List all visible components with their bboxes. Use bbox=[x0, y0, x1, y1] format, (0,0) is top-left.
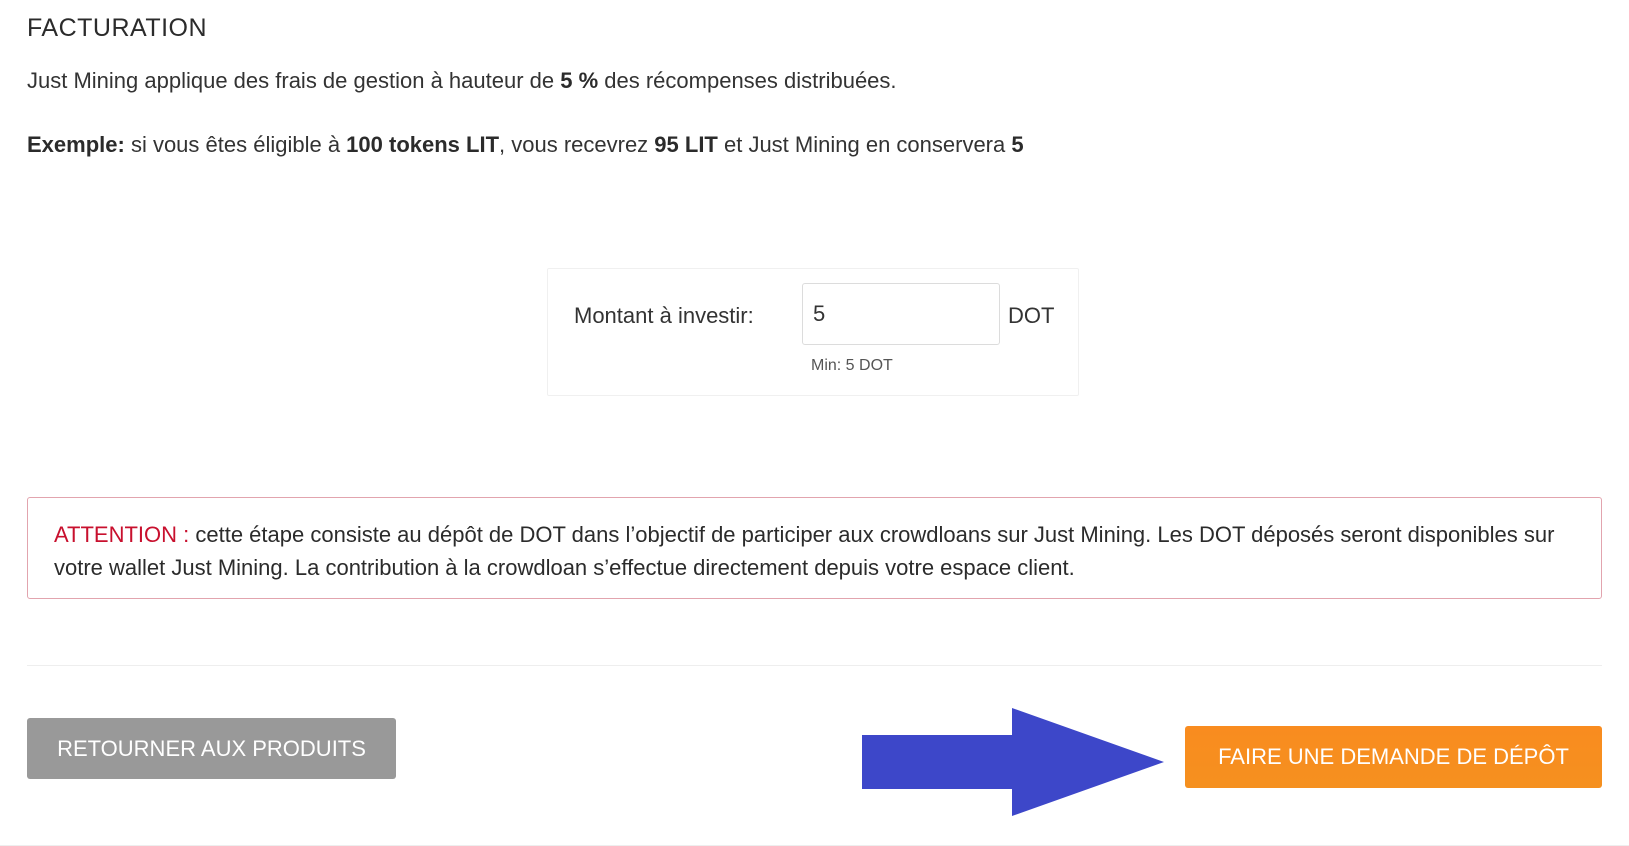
example-text-3: et Just Mining en conservera bbox=[717, 132, 1012, 157]
example-eligible: 100 tokens LIT bbox=[346, 132, 500, 157]
invest-amount-panel: Montant à investir: DOT Min: 5 DOT bbox=[547, 268, 1079, 396]
invest-min-hint: Min: 5 DOT bbox=[811, 357, 893, 374]
deposit-request-button[interactable]: FAIRE UNE DEMANDE DE DÉPÔT bbox=[1185, 726, 1602, 788]
example-text-2: , vous recevrez bbox=[499, 132, 655, 157]
invest-amount-input[interactable] bbox=[802, 283, 1000, 345]
fee-example: Exemple: si vous êtes éligible à 100 tok… bbox=[27, 132, 1024, 158]
back-to-products-button[interactable]: RETOURNER AUX PRODUITS bbox=[27, 718, 396, 779]
alert-label: ATTENTION : bbox=[54, 522, 190, 547]
alert-message: cette étape consiste au dépôt de DOT dan… bbox=[54, 522, 1555, 580]
example-received: 95 LIT bbox=[654, 132, 718, 157]
fee-value: 5 % bbox=[560, 68, 599, 93]
example-text-1: si vous êtes éligible à bbox=[124, 132, 347, 157]
example-label: Exemple: bbox=[27, 132, 125, 157]
invest-unit-label: DOT bbox=[1008, 303, 1055, 328]
fee-text-before: Just Mining applique des frais de gestio… bbox=[27, 68, 561, 93]
example-kept: 5 bbox=[1011, 132, 1024, 157]
invest-amount-label: Montant à investir: bbox=[574, 303, 754, 328]
arrow-shape bbox=[862, 708, 1164, 816]
fee-description: Just Mining applique des frais de gestio… bbox=[27, 68, 897, 94]
attention-alert: ATTENTION : cette étape consiste au dépô… bbox=[27, 497, 1602, 599]
arrow-right-icon bbox=[862, 708, 1164, 816]
section-divider bbox=[27, 665, 1602, 666]
billing-title: FACTURATION bbox=[27, 14, 208, 42]
fee-text-after: des récompenses distribuées. bbox=[598, 68, 897, 93]
